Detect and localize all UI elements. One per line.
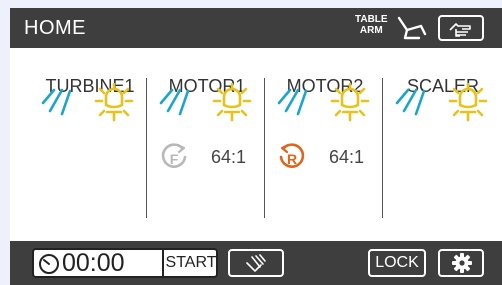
instrument-motor2[interactable]: MOTOR2: [265, 48, 385, 233]
lock-button[interactable]: LOCK: [368, 249, 426, 277]
stopwatch-icon: [39, 254, 59, 274]
gear-ratio: 64:1: [211, 147, 247, 167]
light-bulb-icon[interactable]: [94, 83, 134, 123]
table-arm-label[interactable]: TABLE ARM: [355, 14, 388, 36]
timer-display: 00:00: [62, 249, 125, 277]
reverse-direction-icon[interactable]: R: [278, 142, 306, 172]
cup-rinse-button[interactable]: [228, 249, 284, 277]
water-spray-icon[interactable]: [394, 87, 428, 117]
cup-rinse-icon: [246, 254, 266, 273]
gear-icon: [452, 253, 472, 273]
hand-pointer-button[interactable]: [438, 15, 484, 41]
settings-button[interactable]: [438, 249, 484, 277]
start-button[interactable]: START: [162, 248, 218, 278]
direction-letter: F: [170, 151, 179, 167]
home-screen: HOME TABLE ARM TURBINE1 MOTOR1 MOTOR2 SC…: [10, 8, 502, 285]
top-bar: HOME TABLE ARM: [10, 8, 502, 48]
bottom-bar: 00:00 START LOCK: [10, 241, 502, 285]
gear-ratio: 64:1: [329, 147, 365, 167]
timer-box[interactable]: 00:00 START: [32, 248, 218, 278]
light-bulb-icon[interactable]: [330, 83, 370, 123]
forward-direction-icon[interactable]: F: [160, 142, 188, 172]
instrument-scaler[interactable]: SCALER: [383, 48, 502, 233]
water-spray-icon[interactable]: [40, 87, 74, 117]
water-spray-icon[interactable]: [158, 87, 192, 117]
water-spray-icon[interactable]: [276, 87, 310, 117]
instrument-motor1[interactable]: MOTOR1: [147, 48, 267, 233]
dental-chair-icon[interactable]: [395, 14, 429, 42]
page-title: HOME: [24, 17, 86, 39]
light-bulb-icon[interactable]: [212, 83, 252, 123]
hand-pointer-icon: [449, 23, 471, 37]
direction-letter: R: [287, 151, 297, 167]
light-bulb-icon[interactable]: [448, 83, 488, 123]
instrument-turbine1[interactable]: TURBINE1: [30, 48, 150, 233]
